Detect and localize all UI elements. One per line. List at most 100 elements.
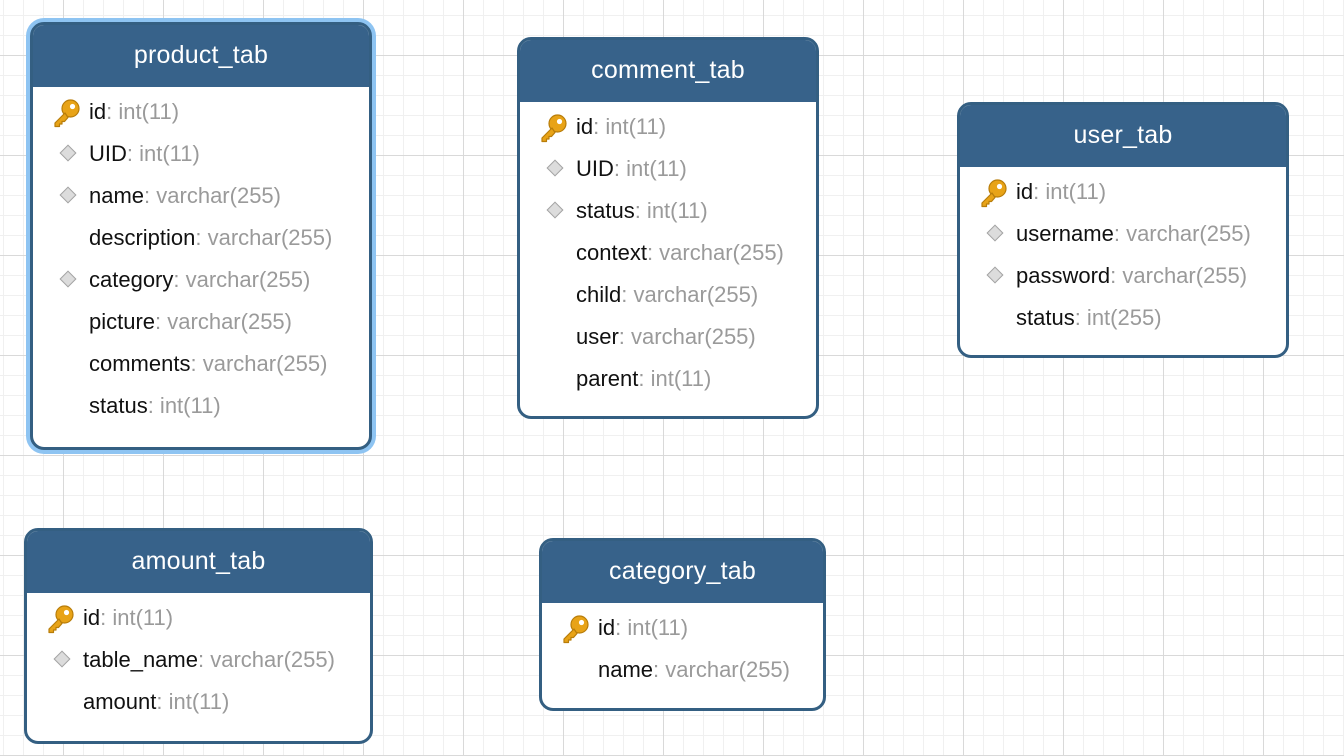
field-type: : varchar(255) [646,240,784,265]
table-field-list: id: int(11) name: varchar(255) [542,603,823,691]
field-name: name [89,183,145,208]
field-name: table_name [83,647,198,672]
field-type: : varchar(255) [155,309,292,334]
index-diamond-icon [33,175,89,217]
field-name: UID [576,156,614,181]
field-name: name [598,657,654,682]
field-type: : int(11) [634,198,708,223]
table-field-row[interactable]: id: int(11) [542,607,823,649]
table-user-tab[interactable]: user_tab id: int(11) username: varchar(255… [957,102,1289,358]
index-diamond-icon [33,259,89,301]
table-header[interactable]: user_tab [960,105,1286,167]
field-type: : int(11) [638,366,712,391]
field-name: child [576,282,622,307]
table-field-row[interactable]: id: int(11) [33,91,369,133]
table-product-tab[interactable]: product_tab id: int(11) UID: int(11) name: … [30,22,372,450]
table-comment-tab[interactable]: comment_tab id: int(11) UID: int(11) status… [517,37,819,419]
field-type: : varchar(255) [1110,263,1248,288]
table-field-row[interactable]: context: varchar(255) [520,232,816,274]
field-type: : varchar(255) [197,647,335,672]
index-diamond-icon [960,213,1016,255]
table-field-row[interactable]: amount: int(11) [27,681,370,723]
table-header[interactable]: amount_tab [27,531,370,593]
table-field-row[interactable]: comments: varchar(255) [33,343,369,385]
table-field-row[interactable]: picture: varchar(255) [33,301,369,343]
table-field-row[interactable]: UID: int(11) [33,133,369,175]
field-icon-spacer [520,316,576,358]
table-field-row[interactable]: description: varchar(255) [33,217,369,259]
field-name: status [89,393,148,418]
field-type: : varchar(255) [144,183,281,208]
field-type: : int(11) [593,114,667,139]
table-header[interactable]: category_tab [542,541,823,603]
field-name: password [1016,263,1111,288]
table-field-row[interactable]: child: varchar(255) [520,274,816,316]
table-header[interactable]: product_tab [33,25,369,87]
field-name: id [89,99,107,124]
field-icon-spacer [27,681,83,723]
table-field-row[interactable]: name: varchar(255) [33,175,369,217]
table-field-row[interactable]: table_name: varchar(255) [27,639,370,681]
field-name: category [89,267,174,292]
field-type: : int(11) [147,393,221,418]
field-type: : int(255) [1074,305,1162,330]
field-icon-spacer [960,297,1016,339]
table-field-row[interactable]: password: varchar(255) [960,255,1286,297]
index-diamond-icon [960,255,1016,297]
field-type: : varchar(255) [190,351,328,376]
field-type: : varchar(255) [653,657,790,682]
table-field-list: id: int(11) username: varchar(255) passwor… [960,167,1286,339]
field-icon-spacer [33,343,89,385]
field-type: : int(11) [106,99,180,124]
field-name: picture [89,309,156,334]
table-field-list: id: int(11) UID: int(11) name: varchar(255… [33,87,369,427]
field-type: : varchar(255) [621,282,759,307]
table-amount-tab[interactable]: amount_tab id: int(11) table_name: varchar… [24,528,373,744]
field-name: id [576,114,594,139]
table-field-row[interactable]: status: int(11) [520,190,816,232]
field-name: id [1016,179,1034,204]
field-name: description [89,225,196,250]
field-name: status [1016,305,1075,330]
field-name: id [83,605,101,630]
field-type: : int(11) [126,141,200,166]
table-field-row[interactable]: parent: int(11) [520,358,816,400]
primary-key-icon [542,607,598,649]
primary-key-icon [520,106,576,148]
table-field-row[interactable]: username: varchar(255) [960,213,1286,255]
table-field-list: id: int(11) UID: int(11) status: int(11) co… [520,102,816,400]
field-type: : varchar(255) [173,267,311,292]
table-category-tab[interactable]: category_tab id: int(11) name: varchar(255… [539,538,826,711]
table-field-row[interactable]: id: int(11) [27,597,370,639]
table-field-row[interactable]: id: int(11) [960,171,1286,213]
table-field-row[interactable]: category: varchar(255) [33,259,369,301]
field-name: parent [576,366,639,391]
field-type: : int(11) [156,689,230,714]
field-name: username [1016,221,1114,246]
primary-key-icon [27,597,83,639]
index-diamond-icon [33,133,89,175]
field-icon-spacer [520,358,576,400]
field-name: user [576,324,619,349]
table-header[interactable]: comment_tab [520,40,816,102]
field-name: status [576,198,635,223]
table-field-row[interactable]: status: int(11) [33,385,369,427]
table-field-row[interactable]: id: int(11) [520,106,816,148]
table-field-row[interactable]: UID: int(11) [520,148,816,190]
table-field-row[interactable]: name: varchar(255) [542,649,823,691]
field-icon-spacer [33,301,89,343]
field-type: : varchar(255) [195,225,333,250]
index-diamond-icon [520,190,576,232]
field-name: context [576,240,647,265]
field-type: : varchar(255) [1113,221,1251,246]
table-field-row[interactable]: user: varchar(255) [520,316,816,358]
field-icon-spacer [33,217,89,259]
field-icon-spacer [542,649,598,691]
field-icon-spacer [520,274,576,316]
index-diamond-icon [27,639,83,681]
table-field-row[interactable]: status: int(255) [960,297,1286,339]
field-name: id [598,615,616,640]
field-type: : int(11) [615,615,689,640]
primary-key-icon [33,91,89,133]
primary-key-icon [960,171,1016,213]
